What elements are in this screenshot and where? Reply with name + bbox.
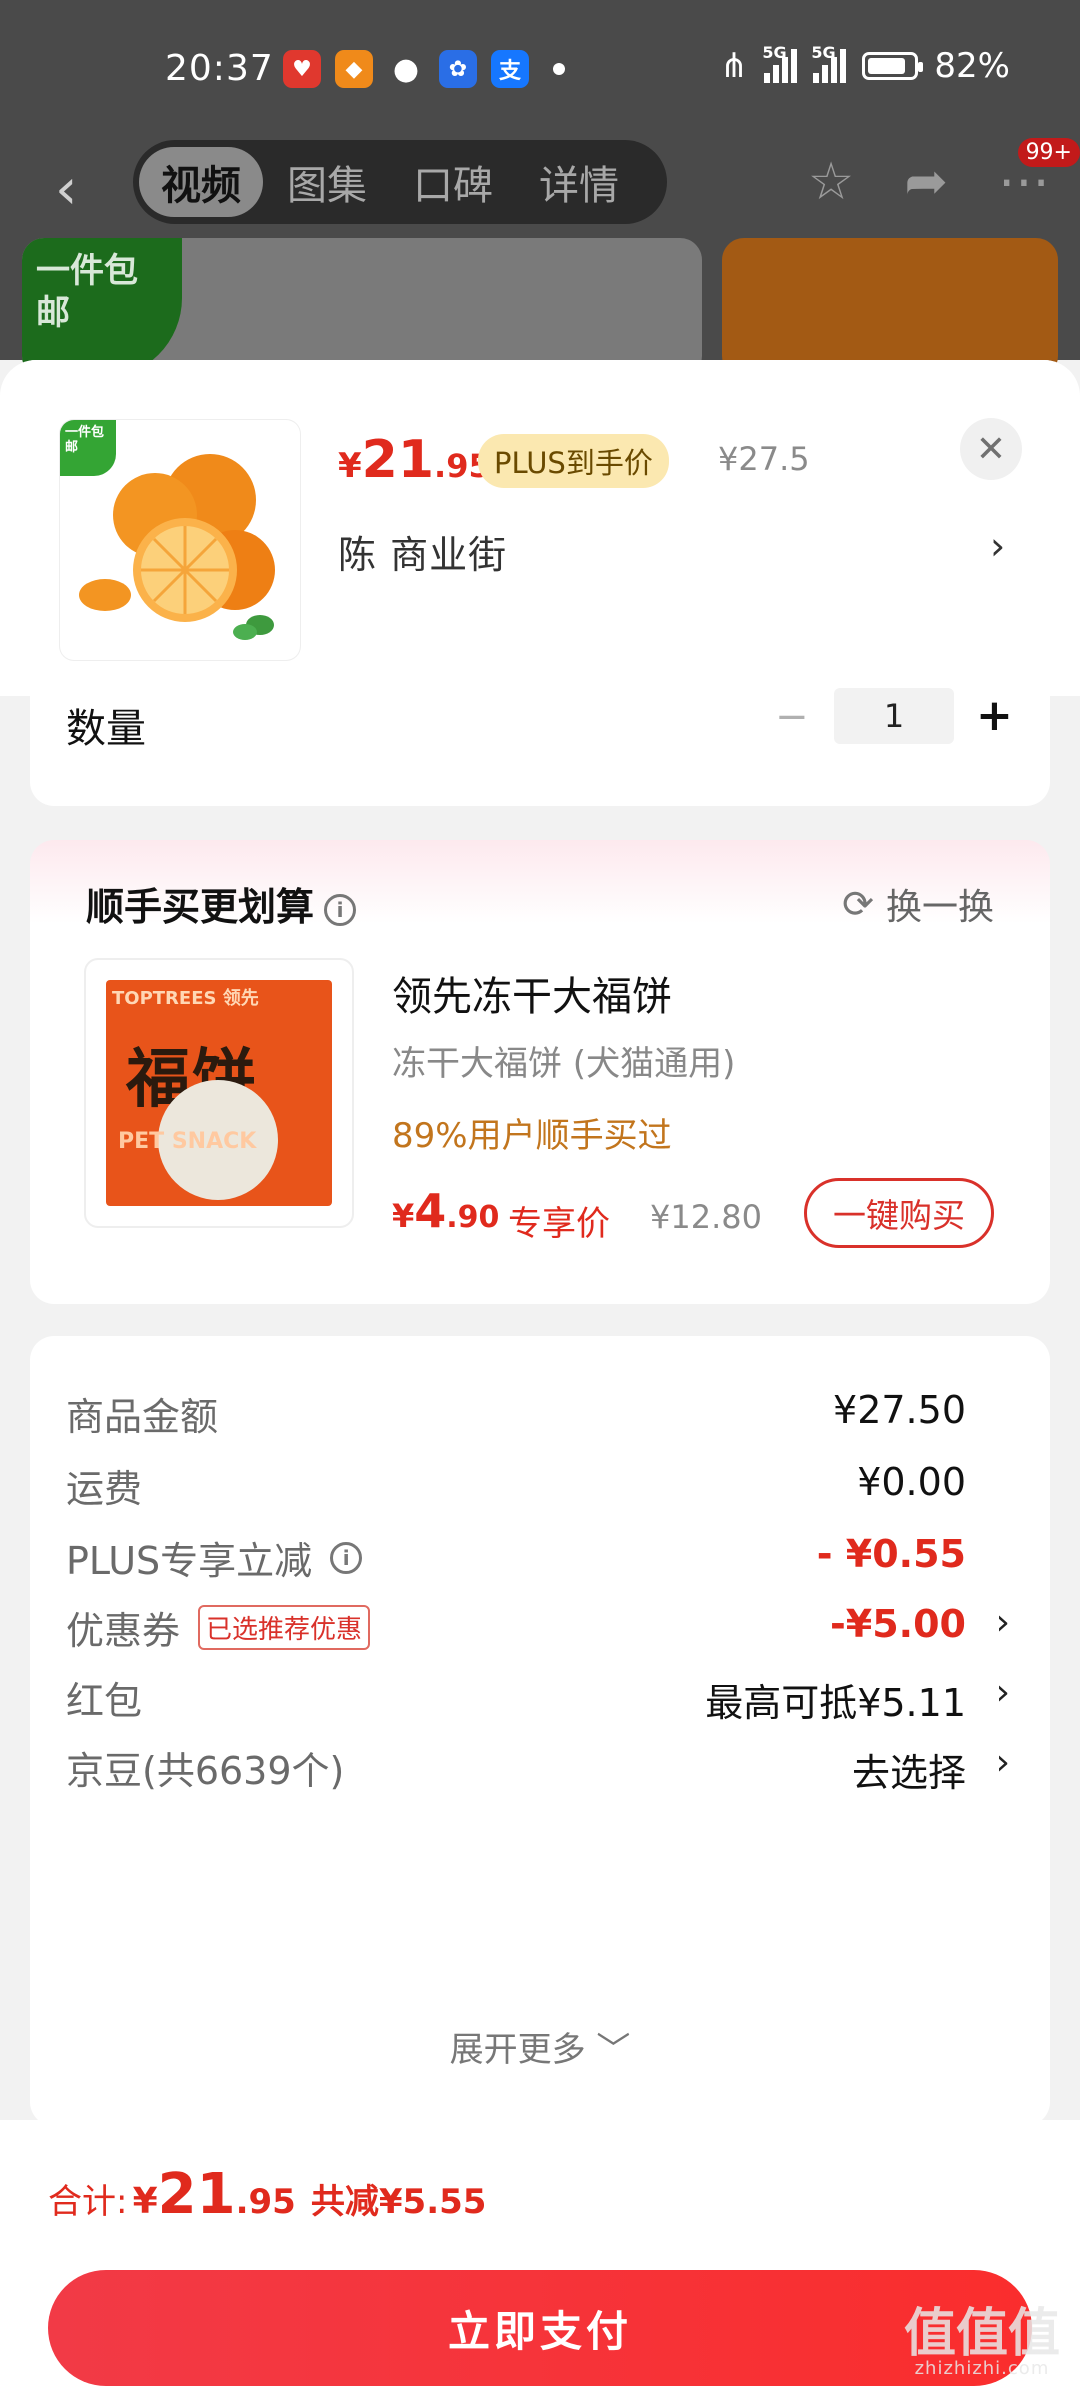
plus-price-badge: PLUS到手价 <box>478 434 669 488</box>
upsell-original-price: ¥12.80 <box>650 1198 762 1236</box>
upsell-brand: TOPTREES 领先 <box>112 988 259 1009</box>
upsell-product-image[interactable]: TOPTREES 领先 福饼 PET SNACK <box>84 958 354 1228</box>
tab-reviews[interactable]: 口碑 <box>391 147 515 217</box>
baidu-icon: ✿ <box>439 50 477 88</box>
upsell-box-subtitle: PET SNACK <box>118 1129 257 1154</box>
free-shipping-tag: 一件包邮 <box>22 238 182 378</box>
upsell-price-label: 专享价 <box>508 1204 610 1244</box>
notification-dot <box>553 63 565 75</box>
swap-button[interactable]: ⟳ 换一换 <box>842 878 994 930</box>
site-watermark: 值值值 zhizhizhi.com <box>903 2304 1060 2379</box>
notification-badge: 99+ <box>1017 138 1080 167</box>
one-click-buy-button[interactable]: 一键购买 <box>804 1178 994 1248</box>
quantity-plus-button[interactable]: + <box>976 690 1013 741</box>
tab-gallery[interactable]: 图集 <box>265 147 389 217</box>
battery-icon <box>862 52 924 80</box>
tab-video[interactable]: 视频 <box>139 147 263 217</box>
upsell-stat: 89%用户顺手买过 <box>392 1116 672 1156</box>
total-bar: 合计: ¥21.95 共减¥5.55 <box>0 2120 1080 2260</box>
more-icon[interactable]: ⋯ 99+ <box>998 138 1080 212</box>
status-bar: 20:37 ♥ ◆ ● ✿ 支 ⋔ 5G 5G 82% <box>0 0 1080 140</box>
status-time: 20:37 <box>165 48 274 89</box>
delivery-address[interactable]: 陈 商业街 <box>338 524 507 579</box>
summary-row-coupon[interactable]: 优惠券 已选推荐优惠 -¥5.00 › <box>30 1600 1050 1670</box>
close-button[interactable]: ✕ <box>960 418 1022 480</box>
back-arrow-icon[interactable]: ‹ <box>55 162 95 222</box>
upsell-title: 顺手买更划算 i <box>86 876 357 931</box>
pay-now-button[interactable]: 立即支付 <box>48 2270 1032 2386</box>
star-icon[interactable]: ☆ <box>808 152 855 212</box>
signal-icon-2: 5G <box>811 43 847 83</box>
order-summary: 商品金额 ¥27.50 运费 ¥0.00 PLUS专享立减 i - ¥0.55 优… <box>30 1336 1050 2126</box>
upsell-product-spec: 冻干大福饼 (犬猫通用) <box>392 1044 736 1084</box>
product-tag: 一件包邮 <box>60 420 116 476</box>
chevron-right-icon[interactable]: › <box>990 524 1005 568</box>
quantity-row: 数量 − 1 + <box>30 688 1050 806</box>
product-header: 一件包邮 ¥21.95 PLUS到手价 ¥27.5 ✕ 陈 商业街 › <box>0 360 1080 696</box>
wifi-icon: ⋔ <box>719 46 749 86</box>
background-product-thumb <box>722 238 1058 378</box>
product-price: ¥21.95 <box>338 430 491 490</box>
quantity-label: 数量 <box>66 706 146 752</box>
chevron-right-icon: › <box>995 1742 1010 1783</box>
summary-row-goods: 商品金额 ¥27.50 <box>66 1388 966 1439</box>
background-product-image: 一件包邮 <box>22 238 702 378</box>
summary-row-shipping: 运费 ¥0.00 <box>66 1460 966 1511</box>
info-icon[interactable]: i <box>330 1541 363 1574</box>
total-amount: 合计: ¥21.95 共减¥5.55 <box>48 2162 487 2227</box>
battery-percent: 82% <box>934 46 1010 86</box>
app-icon-jd: ♥ <box>283 50 321 88</box>
expand-more-button[interactable]: 展开更多 ﹀ <box>30 2022 1050 2071</box>
upsell-product-name[interactable]: 领先冻干大福饼 <box>392 964 672 1022</box>
chevron-right-icon: › <box>995 1602 1010 1643</box>
nav-actions: ☆ ➦ ⋯ 99+ <box>808 138 1080 224</box>
app-icon-orange: ◆ <box>335 50 373 88</box>
background-page: 20:37 ♥ ◆ ● ✿ 支 ⋔ 5G 5G 82% ‹ 视频 图集 口碑 详… <box>0 0 1080 378</box>
alipay-icon: 支 <box>491 50 529 88</box>
info-icon[interactable]: i <box>324 893 357 926</box>
summary-row-jingdou[interactable]: 京豆(共6639个) 去选择 › <box>30 1740 1050 1810</box>
signal-icon-1: 5G <box>762 43 798 83</box>
chevron-down-icon: ﹀ <box>596 2030 631 2070</box>
summary-row-plus: PLUS专享立减 i - ¥0.55 <box>66 1532 966 1583</box>
share-icon[interactable]: ➦ <box>904 152 948 212</box>
status-right: ⋔ 5G 5G 82% <box>719 43 1010 86</box>
chevron-right-icon: › <box>995 1672 1010 1713</box>
media-tabs: 视频 图集 口碑 详情 <box>133 140 667 224</box>
wechat-icon: ● <box>392 51 420 87</box>
top-nav: ‹ 视频 图集 口碑 详情 ☆ ➦ ⋯ 99+ <box>0 138 1080 240</box>
quantity-input[interactable]: 1 <box>834 688 954 744</box>
refresh-icon: ⟳ <box>842 882 874 926</box>
upsell-price: ¥4.90 <box>392 1184 500 1238</box>
checkout-sheet: 一件包邮 ¥21.95 PLUS到手价 ¥27.5 ✕ 陈 商业街 › 数量 −… <box>0 360 1080 2400</box>
status-app-icons: ♥ ◆ ● ✿ 支 <box>283 50 565 88</box>
coupon-tag: 已选推荐优惠 <box>198 1605 371 1650</box>
quantity-minus-button[interactable]: − <box>775 694 809 740</box>
original-price: ¥27.5 <box>718 440 810 478</box>
upsell-card: 顺手买更划算 i ⟳ 换一换 TOPTREES 领先 福饼 PET SNACK 领先… <box>30 840 1050 1304</box>
product-image: 一件包邮 <box>60 420 300 660</box>
background-products: 一件包邮 <box>0 238 1080 378</box>
tab-details[interactable]: 详情 <box>517 147 641 217</box>
total-discount: 共减¥5.55 <box>310 2182 487 2222</box>
summary-row-redpacket[interactable]: 红包 最高可抵¥5.11 › <box>30 1670 1050 1740</box>
